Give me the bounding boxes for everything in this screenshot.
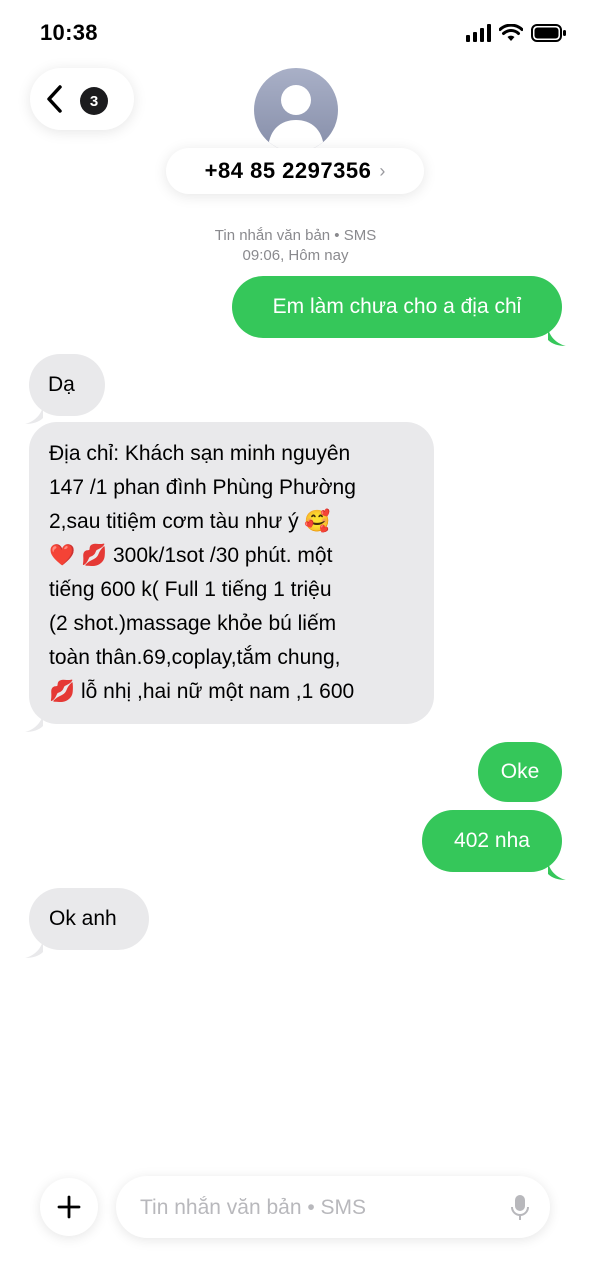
message-line: Địa chỉ: Khách sạn minh nguyên	[49, 442, 351, 465]
add-attachment-button[interactable]	[40, 1178, 98, 1236]
wifi-icon	[499, 24, 523, 41]
message-line: tiếng 600 k( Full 1 tiếng 1 triệu	[49, 578, 332, 601]
message-bubble-incoming-address[interactable]: Địa chỉ: Khách sạn minh nguyên 147 /1 ph…	[25, 422, 434, 732]
battery-icon	[531, 24, 566, 42]
microphone-icon[interactable]	[510, 1194, 530, 1222]
contact-name-button[interactable]: +84 85 2297356 ›	[166, 148, 424, 194]
status-icons	[466, 24, 567, 42]
bubble-tail	[25, 406, 43, 424]
message-line: 147 /1 phan đình Phùng Phường	[49, 476, 356, 499]
message-line: (2 shot.)massage khỏe bú liếm	[49, 612, 337, 635]
contact-avatar[interactable]	[254, 68, 338, 152]
bubble-tail	[548, 328, 566, 346]
message-line: toàn thân.69,coplay,tắm chung,	[49, 646, 341, 669]
message-bubble-outgoing[interactable]: Em làm chưa cho a địa chỉ	[232, 276, 566, 346]
message-line: 💋 lỗ nhị ,hai nữ một nam ,1 600	[49, 680, 355, 703]
chevron-right-icon: ›	[379, 160, 386, 181]
message-text: Oke	[500, 760, 540, 783]
back-chevron-icon	[47, 85, 62, 113]
message-bubble-outgoing[interactable]: Oke	[478, 742, 562, 802]
status-bar: 10:38	[0, 0, 591, 70]
message-line: 2,sau titiệm cơm tàu như ý 🥰	[49, 510, 331, 533]
person-icon	[268, 85, 324, 148]
message-bubble-outgoing[interactable]: 402 nha	[422, 810, 566, 880]
back-button[interactable]: 3	[30, 68, 134, 130]
cellular-signal-icon	[466, 24, 491, 42]
contact-name: +84 85 2297356	[204, 158, 372, 183]
message-text: Ok anh	[49, 907, 117, 930]
bubble-tail	[548, 862, 566, 880]
thread-timestamp: 09:06, Hôm nay	[242, 247, 349, 264]
message-bubble-incoming[interactable]: Ok anh	[25, 888, 149, 958]
service-label: Tin nhắn văn bản • SMS	[214, 227, 377, 244]
message-line: ❤️ 💋 300k/1sot /30 phút. một	[49, 544, 333, 567]
message-bubble-incoming[interactable]: Dạ	[25, 354, 105, 424]
message-text: Dạ	[48, 373, 75, 396]
message-input[interactable]	[138, 1176, 492, 1240]
status-time: 10:38	[40, 20, 98, 45]
bubble-tail	[25, 940, 43, 958]
bubble-tail	[25, 714, 43, 732]
plus-icon	[57, 1195, 81, 1219]
message-composer[interactable]	[116, 1176, 550, 1240]
unread-count-badge: 3	[80, 87, 108, 115]
message-text: Em làm chưa cho a địa chỉ	[272, 295, 522, 318]
message-text: 402 nha	[454, 829, 530, 852]
